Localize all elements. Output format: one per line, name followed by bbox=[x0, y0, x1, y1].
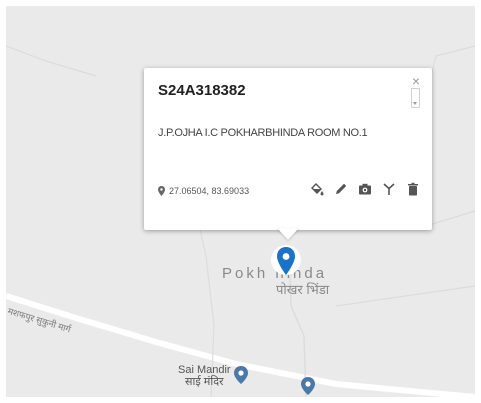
antenna-icon[interactable] bbox=[381, 181, 396, 196]
minor-road-northeast bbox=[425, 45, 475, 97]
poi-marker-icon[interactable] bbox=[234, 366, 248, 384]
selected-marker[interactable] bbox=[271, 243, 301, 287]
coordinates-text: 27.06504, 83.69033 bbox=[169, 186, 250, 196]
fill-bucket-icon[interactable] bbox=[309, 181, 324, 196]
popup-coordinates: 27.06504, 83.69033 bbox=[158, 186, 249, 196]
minor-road-east bbox=[425, 210, 475, 227]
map-marker-icon[interactable] bbox=[301, 377, 315, 395]
info-popup: S24A318382 × J.P.OJHA I.C POKHARBHINDA R… bbox=[144, 68, 432, 230]
chevron-down-icon bbox=[413, 102, 417, 105]
popup-title: S24A318382 bbox=[158, 82, 246, 99]
popup-scrollbar[interactable] bbox=[411, 88, 420, 108]
minor-road-southeast bbox=[335, 285, 475, 307]
close-icon[interactable]: × bbox=[412, 74, 420, 88]
map-canvas[interactable]: Pokh hinda पोखर भिंडा मशफपुर सुकुनी मार्… bbox=[6, 6, 475, 397]
poi-label: Sai Mandir साई मंदिर bbox=[178, 364, 231, 388]
poi-name-hindi: साई मंदिर bbox=[185, 376, 224, 388]
popup-pointer bbox=[277, 228, 299, 240]
location-pin-icon bbox=[271, 245, 301, 275]
popup-address: J.P.OJHA I.C POKHARBHINDA ROOM NO.1 bbox=[158, 127, 368, 139]
poi-name-english: Sai Mandir bbox=[178, 364, 231, 376]
minor-road-northwest bbox=[6, 45, 97, 77]
pencil-icon[interactable] bbox=[333, 181, 348, 196]
popup-toolbar bbox=[309, 181, 420, 196]
trash-icon[interactable] bbox=[405, 181, 420, 196]
location-dot-icon bbox=[158, 186, 165, 196]
camera-icon[interactable] bbox=[357, 181, 372, 196]
